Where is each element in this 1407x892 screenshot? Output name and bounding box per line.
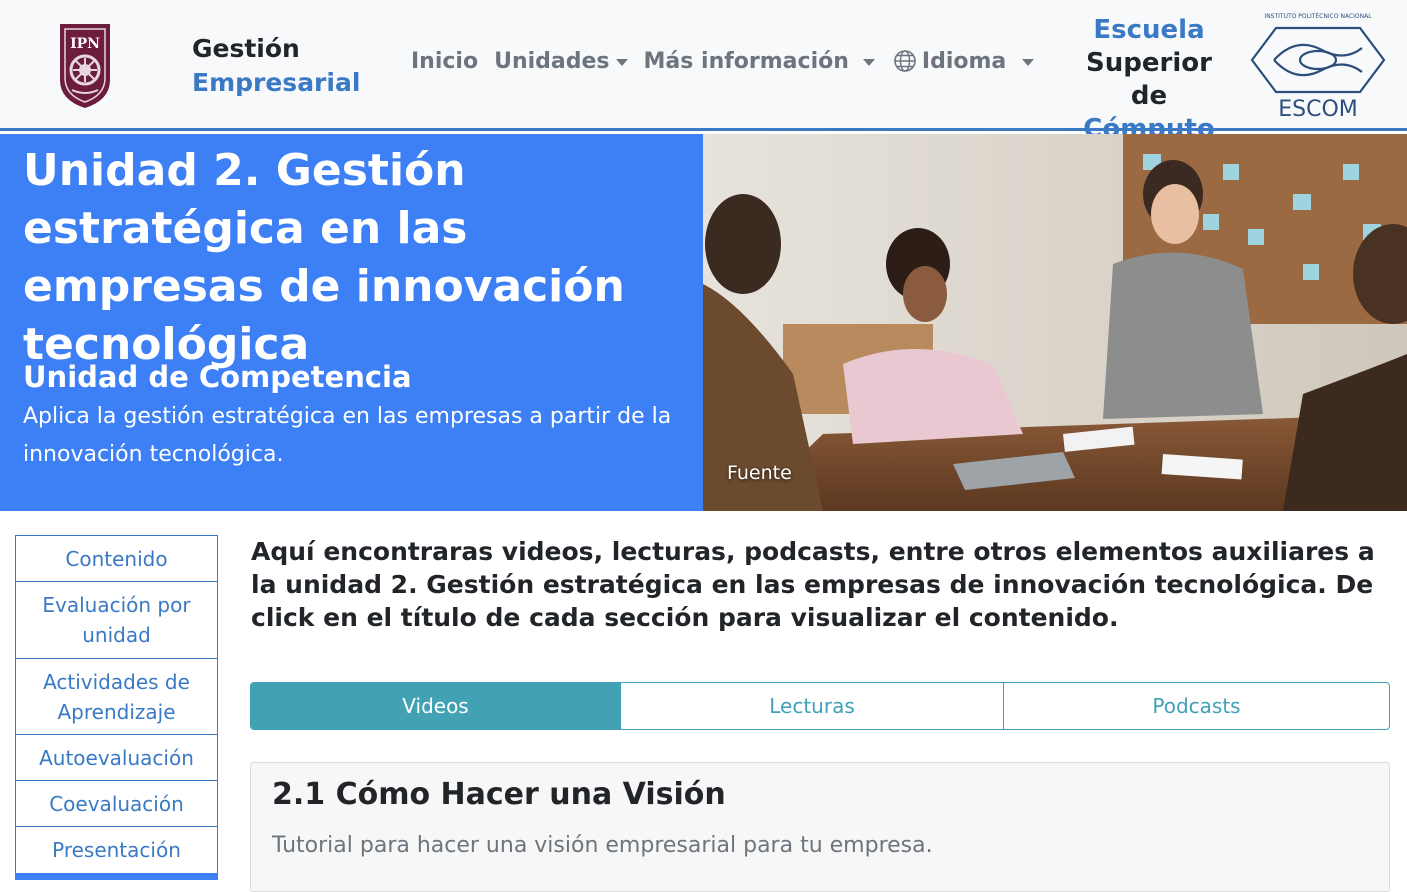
sidebar-nav: Contenido Evaluación por unidad Activida… bbox=[15, 535, 218, 874]
main-nav: Inicio Unidades Más información Idioma bbox=[411, 44, 1050, 78]
sidebar-item-label: Evaluación por unidad bbox=[42, 593, 191, 647]
escom-header-text: INSTITUTO POLITÉCNICO NACIONAL bbox=[1264, 12, 1372, 20]
nav-idioma-label: Idioma bbox=[921, 48, 1007, 74]
sidebar-item-evaluacion[interactable]: Evaluación por unidad bbox=[16, 582, 217, 659]
ipn-logo-icon[interactable]: IPN bbox=[52, 18, 118, 110]
hero-photo: Fuente bbox=[703, 134, 1407, 511]
globe-icon bbox=[894, 50, 916, 72]
nav-inicio-label: Inicio bbox=[411, 48, 479, 74]
ipn-logo-text: IPN bbox=[70, 36, 100, 52]
meeting-photo-image bbox=[703, 134, 1407, 511]
hero-description: Aplica la gestión estratégica en las emp… bbox=[23, 404, 672, 467]
nav-mas-informacion-label: Más información bbox=[643, 48, 849, 74]
nav-unidades-dropdown[interactable]: Unidades bbox=[494, 48, 628, 74]
sidebar-item-label: Actividades de Aprendizaje bbox=[43, 669, 190, 724]
tab-label: Lecturas bbox=[769, 694, 855, 718]
nav-inicio[interactable]: Inicio bbox=[411, 49, 478, 74]
sidebar-item-contenido[interactable]: Contenido bbox=[16, 536, 217, 582]
tab-podcasts[interactable]: Podcasts bbox=[1003, 683, 1389, 729]
sidebar-item-label: Coevaluación bbox=[49, 791, 184, 816]
sidebar-item-label: Presentación bbox=[52, 838, 181, 862]
nav-idioma-dropdown[interactable]: Idioma bbox=[893, 48, 1035, 74]
hero-banner: Unidad 2. Gestión estratégica en las emp… bbox=[0, 134, 703, 511]
card-title[interactable]: 2.1 Cómo Hacer una Visión bbox=[272, 777, 726, 812]
sidebar-item-autoevaluacion[interactable]: Autoevaluación bbox=[16, 735, 217, 781]
intro-text: Aquí encontraras videos, lecturas, podca… bbox=[251, 537, 1375, 632]
tab-lecturas[interactable]: Lecturas bbox=[620, 683, 1003, 729]
tab-label: Podcasts bbox=[1152, 694, 1241, 718]
escuela-title[interactable]: Escuela Superior de Cómputo bbox=[1064, 14, 1234, 146]
escom-name-text: ESCOM bbox=[1278, 97, 1358, 122]
nav-mas-informacion-dropdown[interactable]: Más información bbox=[644, 49, 875, 74]
escom-logo-icon[interactable]: INSTITUTO POLITÉCNICO NACIONAL ESCOM bbox=[1246, 10, 1390, 122]
tab-videos[interactable]: Videos bbox=[251, 683, 620, 729]
sidebar-item-coevaluacion[interactable]: Coevaluación bbox=[16, 781, 217, 827]
hero-subtitle: Unidad de Competencia bbox=[23, 360, 412, 394]
content-tabs: Videos Lecturas Podcasts bbox=[250, 682, 1390, 730]
caret-down-icon bbox=[615, 58, 628, 66]
escuela-line2: Superior de bbox=[1086, 48, 1212, 111]
navbar: IPN Gestión Empresarial Inicio Unidades … bbox=[0, 0, 1407, 144]
brand-title[interactable]: Gestión Empresarial bbox=[192, 32, 360, 100]
caret-down-icon bbox=[1022, 58, 1035, 66]
caret-down-icon bbox=[862, 58, 875, 66]
brand-line2: Empresarial bbox=[192, 68, 361, 97]
escuela-line1: Escuela bbox=[1093, 15, 1205, 45]
tab-label: Videos bbox=[402, 694, 469, 718]
page-title: Unidad 2. Gestión estratégica en las emp… bbox=[23, 145, 625, 370]
brand-line1: Gestión bbox=[192, 34, 300, 63]
sidebar-item-actividades[interactable]: Actividades de Aprendizaje bbox=[16, 659, 217, 735]
sidebar-item-label: Autoevaluación bbox=[39, 745, 194, 770]
card-description: Tutorial para hacer una visión empresari… bbox=[272, 833, 933, 858]
photo-source-caption[interactable]: Fuente bbox=[727, 462, 792, 484]
sidebar-item-presentacion[interactable]: Presentación bbox=[16, 827, 217, 873]
nav-unidades-label: Unidades bbox=[494, 48, 610, 74]
sidebar-active-indicator bbox=[15, 873, 218, 880]
sidebar-item-label: Contenido bbox=[65, 546, 168, 571]
video-card: 2.1 Cómo Hacer una Visión Tutorial para … bbox=[250, 762, 1390, 892]
